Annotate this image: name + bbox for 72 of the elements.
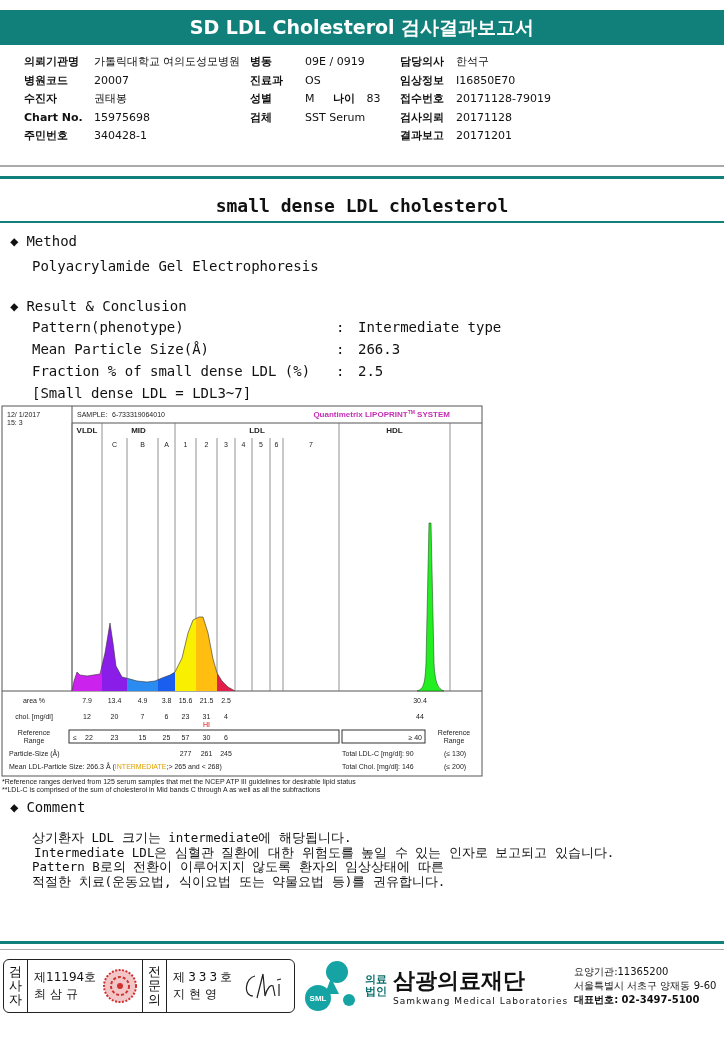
field-label: 수진자 [24,91,58,107]
diamond-bullet: ◆ [10,298,19,314]
fraction-group-label: LDL [249,426,265,435]
field-label: 병동 [250,54,273,70]
field-label: 의뢰기관명 [24,54,80,70]
comment-line: Intermediate LDL은 심혈관 질환에 대한 위험도를 높일 수 있는 인자로 보고되고 있습니다. [34,845,616,860]
field-value: 20171128-79019 [456,91,551,107]
field-value: 20171201 [456,128,512,144]
field-value: OS [305,72,321,89]
comment-line: 적절한 치료(운동요법, 식이요법 또는 약물요법 등)를 권유합니다. [32,874,447,889]
section-heading: Result & Conclusion [26,298,187,314]
field-value: 20171128 [456,109,512,126]
fraction-group-label: MID [131,426,146,435]
comment-line: Pattern B로의 전환이 이루어지지 않도록 환자의 임상상태에 따른 [32,860,445,875]
field-value: 83 [366,91,381,107]
organization-detail: 대표번호: 02-3497-5100 [574,993,701,1007]
result-value: Intermediate type [358,319,503,335]
specialist-label: 전문의 [143,960,168,1012]
organization-english-name: Samkwang Medical Laboratories [393,996,569,1006]
organization-name: 삼광의료재단 [393,967,526,995]
field-value: 340428-1 [94,128,147,144]
field-label: 검사의뢰 [400,109,445,126]
organization-detail: 서울특별시 서초구 양재동 9-60 [574,979,717,993]
comment-line: 상기환자 LDL 크기는 intermediate에 해당됩니다. [32,831,353,846]
fraction-group-label: HDL [386,426,403,435]
examiner-label: 검사자 [4,960,28,1012]
field-label: 담당의사 [400,54,445,70]
colon-separator: : [336,319,346,335]
field-value: 09E / 0919 [305,54,365,70]
section-heading: Method [26,233,77,249]
result-value: 2.5 [358,363,385,379]
field-label: 진료과 [250,72,284,89]
result-label: Pattern(phenotype) [32,319,185,335]
method-text: Polyacrylamide Gel Electrophoresis [32,258,320,274]
company-logo: SML [303,960,359,1012]
section-heading: Comment [26,799,86,815]
license-number: 제333호 [173,969,236,986]
specialist-name: 지 현 영 [173,986,218,1003]
field-value: 가톨릭대학교 여의도성모병원 [94,54,241,70]
field-label: 접수번호 [400,91,445,107]
result-value: 266.3 [358,341,402,357]
field-value: M [305,91,315,107]
seal-icon [102,968,139,1004]
field-label: Chart No. [24,109,84,126]
field-value: 20007 [94,72,129,89]
field-label: 성별 [250,91,273,107]
field-value: 권태봉 [94,91,127,107]
field-value: I16850E70 [456,72,516,89]
field-label: 결과보고 [400,128,445,144]
field-value: SST Serum [305,109,366,126]
diamond-bullet: ◆ [10,233,19,249]
result-label: Mean Particle Size(Å) [32,341,210,357]
field-label: 검체 [250,109,273,126]
result-label: Fraction % of small dense LDL (%) [32,363,312,379]
result-note: [Small dense LDL = LDL3~7] [32,385,253,401]
fraction-group-label: VLDL [76,426,98,435]
field-label: 주민번호 [24,128,69,144]
section-title: small dense LDL cholesterol [214,195,510,216]
examiner-name: 최 삼 규 [34,986,79,1003]
field-value: 한석구 [456,54,489,70]
report-title: SD LDL Cholesterol 검사결과보고서 [189,14,535,40]
license-number: 제11194호 [34,969,97,986]
field-label: 나이 [332,91,355,107]
brand-title: Quantimetrix LIPOPRINT$^{TM}$ SYSTEM [313,409,450,419]
colon-separator: : [336,363,346,379]
field-value: 15975698 [94,109,150,126]
field-label: 임상정보 [400,72,445,89]
colon-separator: : [336,341,346,357]
organization-type: 의료법인 [365,973,387,999]
organization-detail: 요양기관:11365200 [574,965,670,979]
diamond-bullet: ◆ [10,799,19,815]
field-label: 병원코드 [24,72,69,89]
